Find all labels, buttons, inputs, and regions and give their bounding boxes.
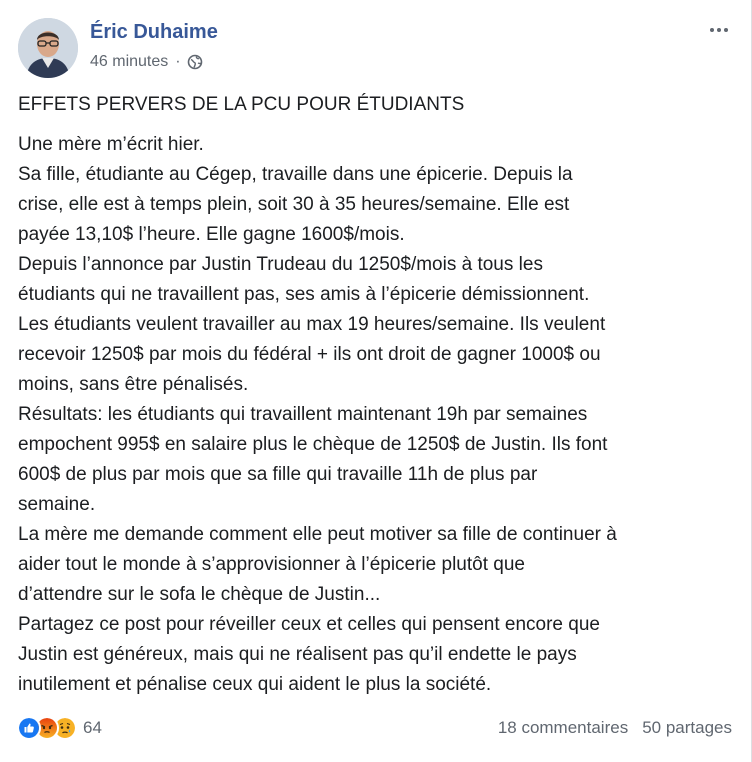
post-text-line: crise, elle est à temps plein, soit 30 à…: [18, 194, 570, 215]
like-reaction-icon: [17, 716, 41, 740]
post-text-line: étudiants qui ne travaillent pas, ses am…: [18, 284, 590, 305]
comments-count-link[interactable]: 18 commentaires: [498, 718, 628, 738]
reactions-summary[interactable]: 64: [17, 716, 102, 740]
post-text-line: recevoir 1250$ par mois du fédéral + ils…: [18, 344, 601, 365]
author-name[interactable]: Éric Duhaime: [90, 21, 218, 44]
avatar-photo: [18, 18, 78, 78]
post-text-line: d’attendre sur le sofa le chèque de Just…: [18, 584, 381, 605]
post-timestamp[interactable]: 46 minutes: [90, 53, 168, 71]
post-stats: 18 commentaires 50 partages: [498, 718, 732, 738]
post-meta: 46 minutes ·: [90, 53, 203, 71]
post-text-line: Résultats: les étudiants qui travaillent…: [18, 404, 588, 425]
more-options-icon[interactable]: [703, 18, 735, 42]
post-body: EFFETS PERVERS DE LA PCU POUR ÉTUDIANTS …: [18, 92, 740, 700]
facebook-post: Éric Duhaime 46 minutes · EFFETS PERVERS…: [0, 0, 752, 762]
reaction-count: 64: [83, 718, 102, 737]
post-text-line: Depuis l’annonce par Justin Trudeau du 1…: [18, 254, 543, 275]
post-text-line: aider tout le monde à s’approvisionner à…: [18, 554, 525, 575]
post-text-line: Justin est généreux, mais qui ne réalise…: [18, 644, 577, 665]
post-text-line: La mère me demande comment elle peut mot…: [18, 524, 617, 545]
post-text-line: semaine.: [18, 494, 96, 515]
post-text-line: inutilement et pénalise ceux qui aident …: [18, 674, 492, 695]
meta-separator: ·: [175, 53, 181, 70]
post-headline: EFFETS PERVERS DE LA PCU POUR ÉTUDIANTS: [18, 94, 465, 115]
post-text-line: moins, sans être pénalisés.: [18, 374, 249, 395]
shares-count-link[interactable]: 50 partages: [642, 718, 732, 738]
post-text: Une mère m’écrit hier. Sa fille, étudiant…: [18, 130, 740, 700]
author-avatar[interactable]: [18, 18, 78, 78]
post-text-line: Une mère m’écrit hier.: [18, 134, 204, 155]
globe-icon[interactable]: [187, 54, 203, 70]
post-footer: 64 18 commentaires 50 partages: [0, 712, 752, 752]
post-text-line: Les étudiants veulent travailler au max …: [18, 314, 606, 335]
post-text-line: Sa fille, étudiante au Cégep, travaille …: [18, 164, 573, 185]
post-text-line: 600$ de plus par mois que sa fille qui t…: [18, 464, 538, 485]
post-text-line: payée 13,10$ l’heure. Elle gagne 1600$/m…: [18, 224, 405, 245]
post-text-line: Partagez ce post pour réveiller ceux et …: [18, 614, 600, 635]
post-text-line: empochent 995$ en salaire plus le chèque…: [18, 434, 608, 455]
